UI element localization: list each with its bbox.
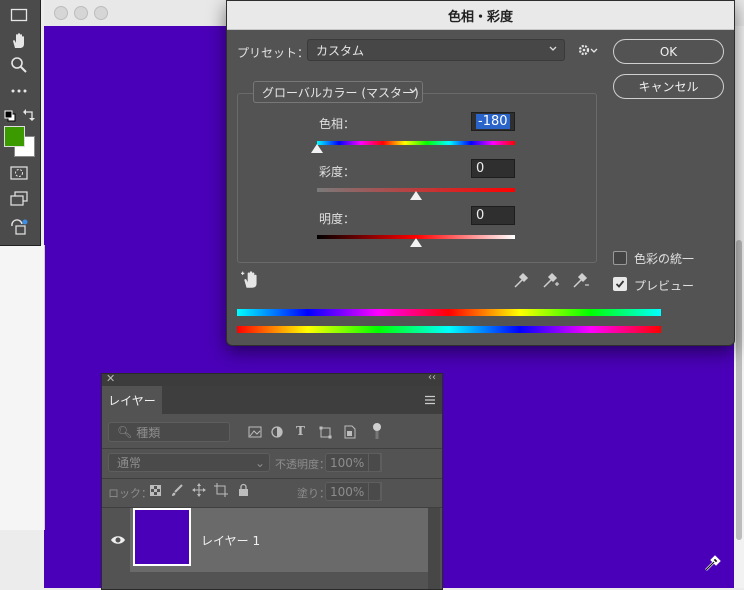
separator [102, 478, 442, 479]
window-edge [0, 245, 45, 530]
preset-options-gear-icon[interactable] [577, 42, 599, 61]
fill-dropdown-icon[interactable] [368, 482, 382, 501]
lightness-label: 明度： [319, 212, 356, 226]
eye-icon[interactable] [110, 534, 126, 549]
cancel-button[interactable]: キャンセル [613, 74, 724, 99]
chevron-down-icon [548, 42, 558, 59]
preset-label: プリセット： [237, 46, 310, 60]
pixel-layer-filter-icon[interactable] [248, 426, 262, 441]
rectangle-marquee-icon[interactable] [8, 4, 30, 26]
lock-artboard-icon[interactable] [214, 483, 228, 500]
preview-label: プレビュー [634, 279, 695, 293]
hue-input[interactable]: -180 [471, 112, 515, 131]
lightness-input[interactable]: 0 [471, 206, 515, 225]
targeted-adjustment-hand-icon[interactable] [241, 270, 261, 293]
search-icon: 🔍︎ [117, 425, 133, 439]
preview-checkbox[interactable] [613, 277, 627, 291]
preset-select[interactable]: カスタム [307, 39, 565, 61]
shape-layer-filter-icon[interactable] [319, 426, 332, 442]
dialog-title: 色相・彩度 [227, 1, 734, 30]
filter-toggle-icon[interactable] [372, 422, 382, 443]
layers-panel: ✕ ‹‹ レイヤー 🔍︎ 種類 T 通常 ⌄ 不透明度： 100% ロック： 塗… [101, 372, 443, 590]
adjustment-layer-filter-icon[interactable] [271, 426, 283, 441]
preset-value: カスタム [316, 43, 365, 58]
tab-layers[interactable]: レイヤー [102, 386, 162, 414]
panel-header: ✕ ‹‹ [102, 372, 442, 386]
opacity-value: 100% [330, 455, 365, 470]
blend-mode-value: 通常 [117, 456, 142, 470]
content-aware-icon[interactable] [8, 216, 30, 238]
zoom-window-button[interactable] [94, 6, 108, 20]
lock-position-move-icon[interactable] [192, 483, 206, 500]
saturation-input[interactable]: 0 [471, 159, 515, 178]
lightness-value: 0 [476, 208, 485, 223]
smart-object-filter-icon[interactable] [343, 425, 356, 442]
type-layer-filter-icon[interactable]: T [296, 424, 305, 438]
chevron-down-icon: ⌄ [254, 456, 265, 470]
output-color-bar [237, 326, 661, 333]
hue-label: 色相： [319, 117, 356, 131]
screen-mode-icon[interactable] [8, 188, 30, 210]
add-to-sample-eyedropper-icon[interactable] [542, 271, 560, 292]
chevron-down-icon [408, 84, 418, 101]
colorize-label: 色彩の統一 [634, 252, 695, 266]
panel-menu-icon[interactable] [424, 394, 436, 408]
opacity-dropdown-icon[interactable] [368, 453, 382, 472]
eyedropper-icon[interactable] [513, 271, 529, 292]
ok-button[interactable]: OK [613, 39, 724, 64]
close-panel-icon[interactable]: ✕ [106, 372, 115, 385]
quick-mask-icon[interactable] [8, 162, 30, 184]
hand-icon[interactable] [8, 30, 30, 52]
fill-value: 100% [330, 484, 365, 499]
layer-thumbnail [133, 508, 191, 566]
channel-value: グローバルカラー (マスター) [262, 85, 419, 100]
hue-slider-thumb[interactable] [311, 144, 323, 153]
lock-label: ロック： [108, 487, 152, 500]
foreground-color-swatch[interactable] [4, 126, 25, 147]
lock-transparent-pixels-icon[interactable] [150, 485, 161, 499]
scrollbar-thumb[interactable] [736, 240, 742, 540]
input-color-bar [237, 309, 661, 316]
collapse-panel-icon[interactable]: ‹‹ [428, 372, 436, 383]
zoom-icon[interactable] [8, 54, 30, 76]
channel-select[interactable]: グローバルカラー (マスター) [253, 81, 423, 103]
colorize-checkbox[interactable] [613, 251, 627, 265]
lock-all-icon[interactable] [238, 483, 249, 499]
close-window-button[interactable] [54, 6, 68, 20]
blend-mode-select[interactable]: 通常 ⌄ [108, 453, 270, 472]
swap-colors-icon[interactable] [22, 108, 36, 125]
hue-slider-track[interactable] [317, 141, 515, 145]
hue-saturation-dialog: 色相・彩度 プリセット： カスタム OK キャンセル グローバルカラー (マスタ… [226, 0, 735, 346]
layer-filter-value: 種類 [136, 425, 161, 440]
layer-filter-select[interactable]: 🔍︎ 種類 [108, 422, 230, 442]
layer-name: レイヤー 1 [201, 534, 261, 548]
saturation-slider-thumb[interactable] [410, 191, 422, 200]
hue-value: -180 [476, 114, 510, 129]
minimize-window-button[interactable] [74, 6, 88, 20]
subtract-from-sample-eyedropper-icon[interactable] [572, 271, 590, 292]
lock-image-pixels-brush-icon[interactable] [171, 484, 183, 500]
default-colors-icon[interactable] [4, 110, 16, 125]
saturation-value: 0 [476, 161, 485, 176]
eyedropper-cursor-icon [703, 553, 723, 576]
tools-panel [0, 0, 41, 246]
more-tools-icon[interactable] [8, 80, 30, 102]
layer-row[interactable]: レイヤー 1 [130, 508, 428, 572]
saturation-label: 彩度： [319, 165, 356, 179]
separator [102, 448, 442, 449]
lightness-slider-thumb[interactable] [410, 238, 422, 247]
layers-scrollbar[interactable] [428, 508, 440, 589]
opacity-label: 不透明度： [275, 458, 330, 471]
